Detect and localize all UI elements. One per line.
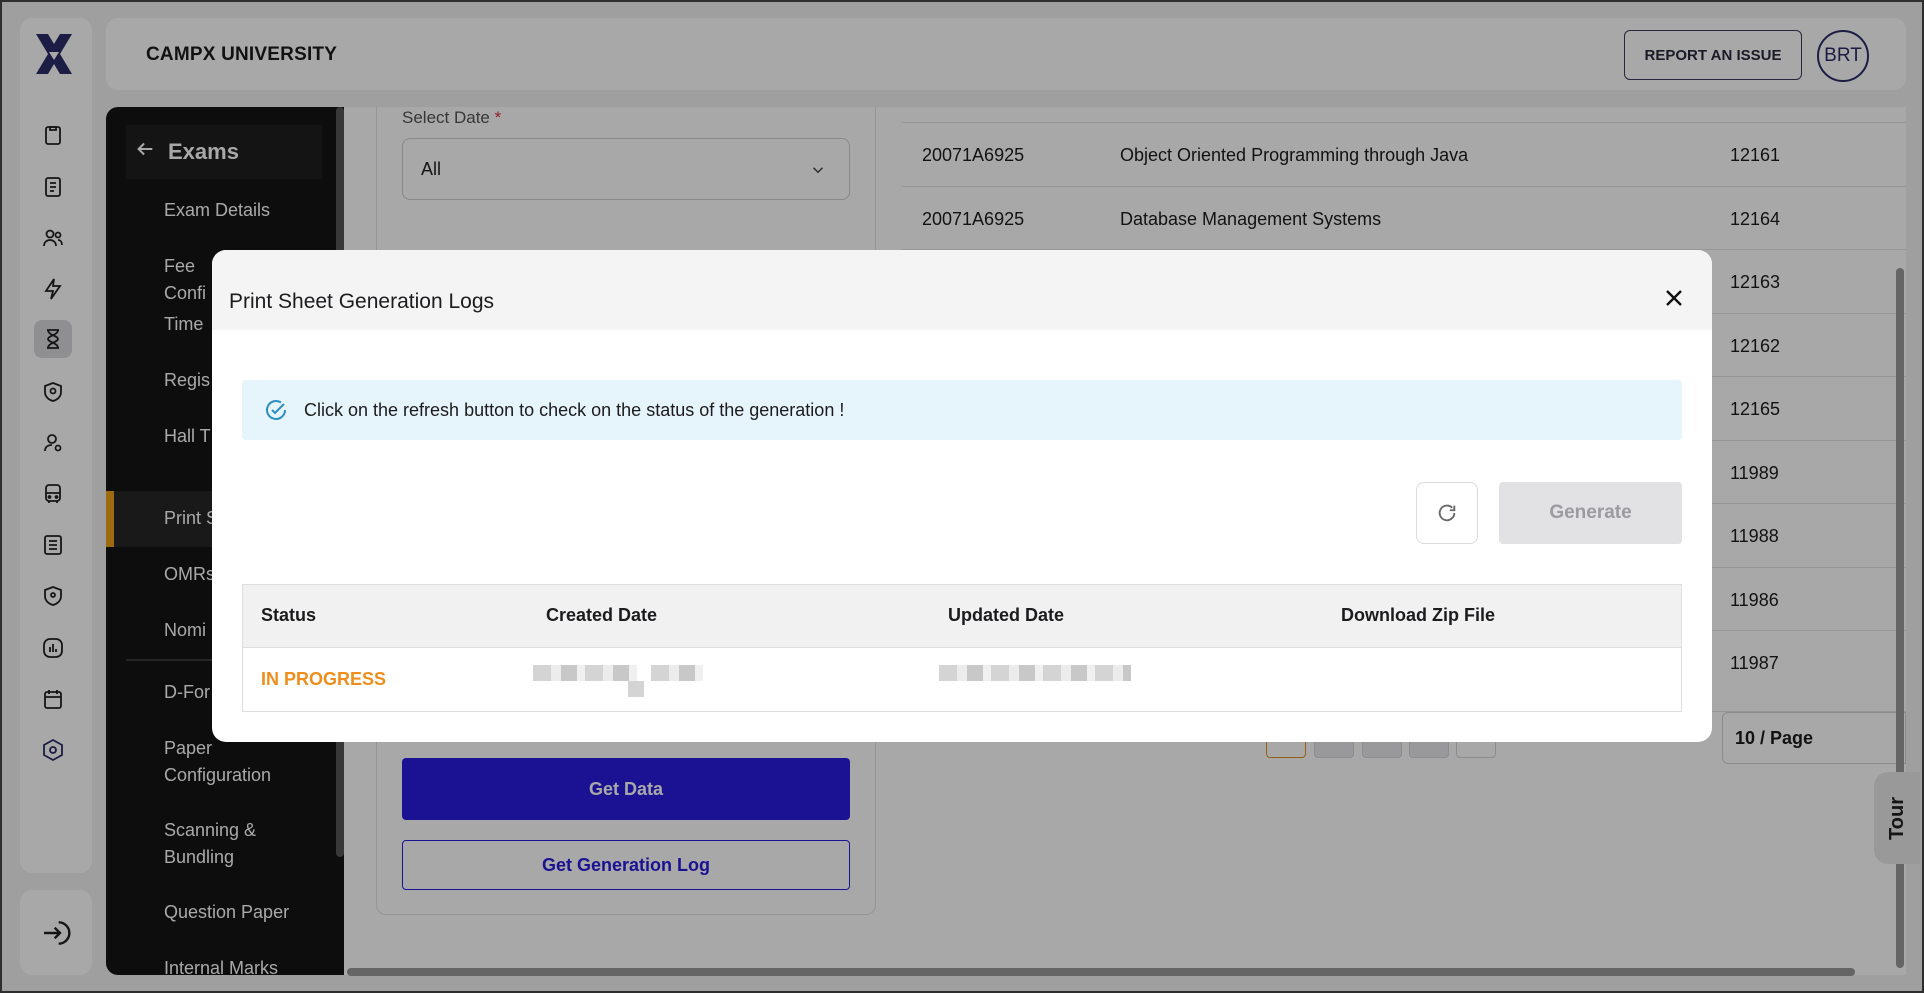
column-header-updated-date: Updated Date	[948, 605, 1065, 625]
table-header: Status Created Date Updated Date Downloa…	[243, 585, 1681, 648]
created-date-redacted	[533, 665, 637, 681]
column-header-created-date: Created Date	[546, 605, 658, 625]
close-icon[interactable]	[1662, 286, 1686, 310]
status-badge: IN PROGRESS	[261, 669, 387, 689]
modal-header: Print Sheet Generation Logs	[212, 250, 1712, 330]
redacted-fragment	[628, 681, 644, 697]
modal-title: Print Sheet Generation Logs	[229, 290, 495, 313]
refresh-icon	[1438, 504, 1456, 522]
check-circle-icon	[266, 400, 286, 420]
generate-button[interactable]: Generate	[1499, 482, 1682, 544]
created-time-redacted	[651, 665, 703, 681]
refresh-button[interactable]	[1416, 482, 1478, 544]
updated-date-redacted	[939, 665, 1131, 681]
logs-table: Status Created Date Updated Date Downloa…	[242, 584, 1682, 712]
info-alert: Click on the refresh button to check on …	[242, 380, 1682, 440]
column-header-download-zip: Download Zip File	[1341, 605, 1495, 625]
column-header-status: Status	[261, 605, 317, 625]
alert-text: Click on the refresh button to check on …	[304, 400, 845, 420]
generation-logs-modal: Print Sheet Generation Logs Click on the…	[212, 250, 1712, 742]
